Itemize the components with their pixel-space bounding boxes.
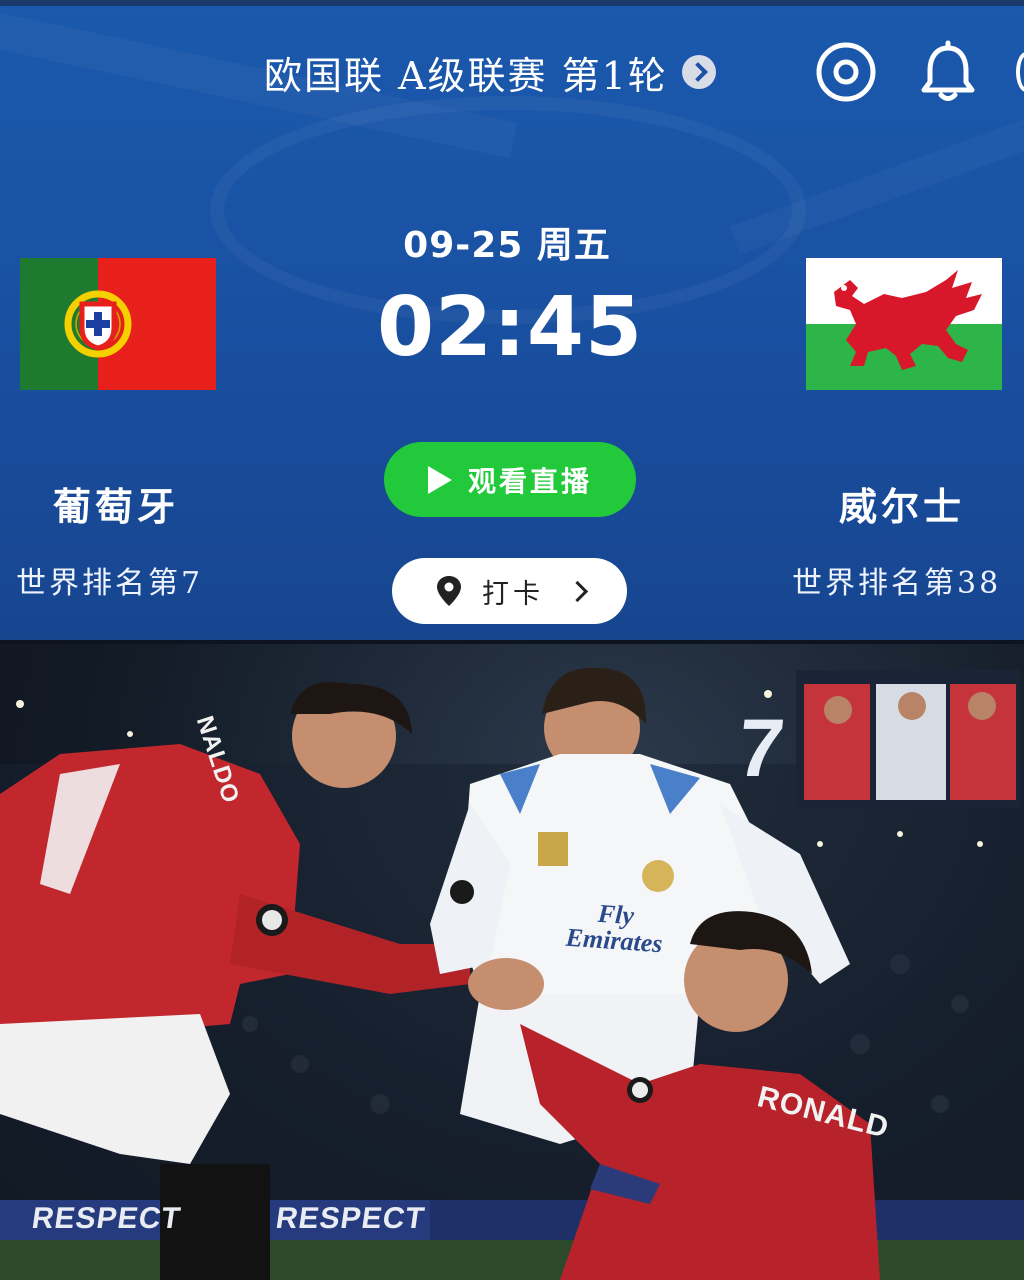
away-team-rank: 世界排名第38: [792, 566, 1002, 601]
checkin-label: 打卡: [482, 578, 544, 610]
match-time: 02:45: [376, 280, 643, 375]
away-team-name[interactable]: 威尔士: [802, 476, 1002, 531]
play-icon: [427, 465, 452, 494]
chevron-right-icon: [681, 55, 716, 89]
home-team-name[interactable]: 葡萄牙: [16, 476, 216, 531]
portugal-flag: [20, 258, 216, 390]
watch-live-button[interactable]: 观看直播: [384, 442, 636, 517]
match-date: 09-25 周五: [403, 225, 611, 266]
competition-title: 欧国联 A级联赛 第1轮: [264, 53, 668, 98]
board-text: RESPECT: [29, 1202, 184, 1235]
checkin-button[interactable]: 打卡: [392, 558, 627, 624]
chevron-right-icon: [566, 580, 589, 602]
watch-live-label: 观看直播: [467, 464, 592, 498]
location-pin-icon: [437, 576, 461, 606]
share-icon[interactable]: [1016, 52, 1024, 92]
match-header-panel: 欧国联 A级联赛 第1轮 09-25 周五 02:45 葡萄牙 威尔士 世界排名…: [0, 0, 1024, 640]
promo-photo: 7 RESPECT RESPECT NALDO RONALD Fly Emira…: [0, 644, 1024, 1280]
board-text: RESPECT: [273, 1202, 428, 1235]
status-strip: [0, 0, 1024, 6]
photo-illustration: [0, 667, 1024, 1280]
shirt-sponsor: Fly Emirates: [538, 897, 691, 959]
bell-icon[interactable]: [916, 40, 980, 104]
home-team-rank: 世界排名第7: [16, 566, 204, 601]
competition-link[interactable]: 欧国联 A级联赛 第1轮: [264, 44, 716, 100]
wales-flag: [806, 258, 1002, 390]
target-icon[interactable]: [814, 40, 878, 104]
